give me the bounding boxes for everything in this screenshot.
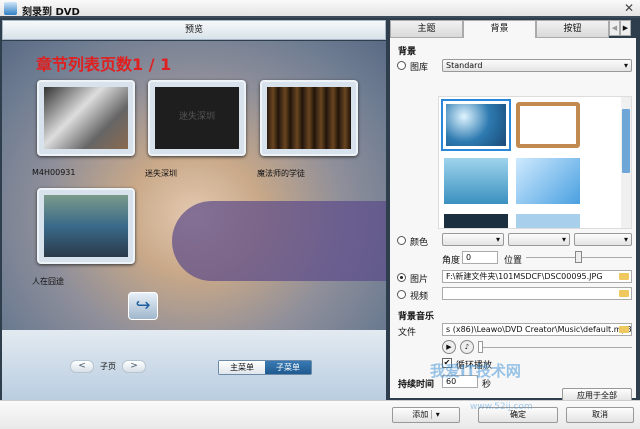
library-dropdown[interactable]: Standard xyxy=(442,59,632,72)
chapter-page-title: 章节列表页数1 / 1 xyxy=(36,55,172,74)
title-bar: 刻录到 DVD ✕ xyxy=(0,0,640,18)
gallery-item-2[interactable] xyxy=(513,99,583,151)
music-path-field[interactable]: s (x86)\Leawo\DVD Creator\Music\default.… xyxy=(442,323,632,336)
gallery-item-3[interactable] xyxy=(441,155,511,207)
next-page-button[interactable]: > xyxy=(122,360,146,373)
library-label: 图库 xyxy=(410,63,429,73)
video-label: 视频 xyxy=(410,292,429,302)
folder-icon[interactable] xyxy=(619,273,629,280)
duration-unit: 秒 xyxy=(482,380,492,390)
duration-spinbox[interactable]: 60 xyxy=(442,375,478,388)
tab-bar: 主题 背景 按钮 ◀ ▶ xyxy=(390,20,638,38)
background-blanket xyxy=(172,201,386,281)
chapter-thumb-4[interactable] xyxy=(37,188,135,264)
position-slider-thumb[interactable] xyxy=(575,251,582,263)
color-dropdown-1[interactable] xyxy=(442,233,504,246)
main-menu-tab[interactable]: 主菜单 xyxy=(219,361,265,374)
library-radio[interactable] xyxy=(397,61,406,70)
color-dropdown-2[interactable] xyxy=(508,233,570,246)
background-gallery xyxy=(438,96,632,229)
close-button[interactable]: ✕ xyxy=(624,1,634,15)
image-label: 图片 xyxy=(410,275,429,285)
chapter-label-4: 人在囧途 xyxy=(32,277,64,286)
dvd-app-icon xyxy=(4,2,17,15)
return-icon[interactable]: ↪ xyxy=(128,292,158,320)
gallery-item-6[interactable] xyxy=(513,211,583,228)
image-path-field[interactable]: F:\新建文件夹\101MSDCF\DSC00095.JPG xyxy=(442,270,632,283)
music-section-label: 背景音乐 xyxy=(398,312,435,322)
image-radio[interactable] xyxy=(397,273,406,282)
chapter-label-3: 魔法师的学徒 xyxy=(257,169,305,178)
folder-icon[interactable] xyxy=(619,290,629,297)
duration-label: 持续时间 xyxy=(398,380,435,390)
gallery-item-4[interactable] xyxy=(513,155,583,207)
cancel-button[interactable]: 取消 xyxy=(566,407,634,423)
play-icon[interactable]: ▶ xyxy=(442,340,456,354)
gallery-item-5[interactable] xyxy=(441,211,511,228)
footer-bar: 添加 ▾ 确定 取消 xyxy=(0,400,640,429)
page-nav-bar: < 子页 > 主菜单 子菜单 xyxy=(2,330,386,400)
color-label: 颜色 xyxy=(410,238,429,248)
tab-theme[interactable]: 主题 xyxy=(390,20,463,38)
add-button[interactable]: 添加 ▾ xyxy=(392,407,460,423)
preview-pane: 预览 章节列表页数1 / 1 M4H00931 迷失深圳 迷失深圳 魔法师的学徒… xyxy=(0,18,388,400)
video-path-field[interactable] xyxy=(442,287,632,300)
preview-header: 预览 xyxy=(2,20,386,40)
background-section-label: 背景 xyxy=(398,47,417,57)
gallery-scrollbar[interactable] xyxy=(621,97,631,228)
video-radio[interactable] xyxy=(397,290,406,299)
tab-background[interactable]: 背景 xyxy=(463,20,536,38)
window-title: 刻录到 DVD xyxy=(22,7,80,18)
gallery-scroll-thumb[interactable] xyxy=(622,109,630,173)
angle-label: 角度 xyxy=(442,256,461,266)
chapter-label-2: 迷失深圳 xyxy=(145,169,177,178)
loop-label: 循环播放 xyxy=(456,361,493,371)
tab-scroll-right[interactable]: ▶ xyxy=(620,20,631,36)
color-radio[interactable] xyxy=(397,236,406,245)
tab-buttons[interactable]: 按钮 xyxy=(536,20,609,38)
gallery-item-1[interactable] xyxy=(441,99,511,151)
folder-icon[interactable] xyxy=(619,326,629,333)
menu-switch: 主菜单 子菜单 xyxy=(218,360,312,375)
sub-menu-tab[interactable]: 子菜单 xyxy=(265,361,311,374)
loop-checkbox[interactable]: ✔ xyxy=(442,358,452,368)
music-file-label: 文件 xyxy=(398,328,417,338)
page-label: 子页 xyxy=(100,362,116,371)
chapter-thumb-2[interactable]: 迷失深圳 xyxy=(148,80,246,156)
music-progress-slider[interactable] xyxy=(478,347,632,348)
chapter-thumb-1[interactable] xyxy=(37,80,135,156)
background-panel: 背景 图库 Standard 颜色 角度 0 位置 图片 F:\新建文件夹\10… xyxy=(390,38,636,402)
tab-scroll-left[interactable]: ◀ xyxy=(609,20,620,36)
ok-button[interactable]: 确定 xyxy=(478,407,558,423)
chapter-label-1: M4H00931 xyxy=(32,168,76,177)
angle-spinbox[interactable]: 0 xyxy=(462,251,498,264)
settings-pane: 主题 背景 按钮 ◀ ▶ 背景 图库 Standard 颜色 角度 0 位置 图… xyxy=(388,18,640,402)
menu-preview: 章节列表页数1 / 1 M4H00931 迷失深圳 迷失深圳 魔法师的学徒 人在… xyxy=(2,41,386,330)
volume-icon[interactable]: ♪ xyxy=(460,340,474,354)
prev-page-button[interactable]: < xyxy=(70,360,94,373)
color-dropdown-3[interactable] xyxy=(574,233,632,246)
position-label: 位置 xyxy=(504,256,523,266)
chapter-thumb-3[interactable] xyxy=(260,80,358,156)
music-slider-thumb[interactable] xyxy=(478,341,483,353)
